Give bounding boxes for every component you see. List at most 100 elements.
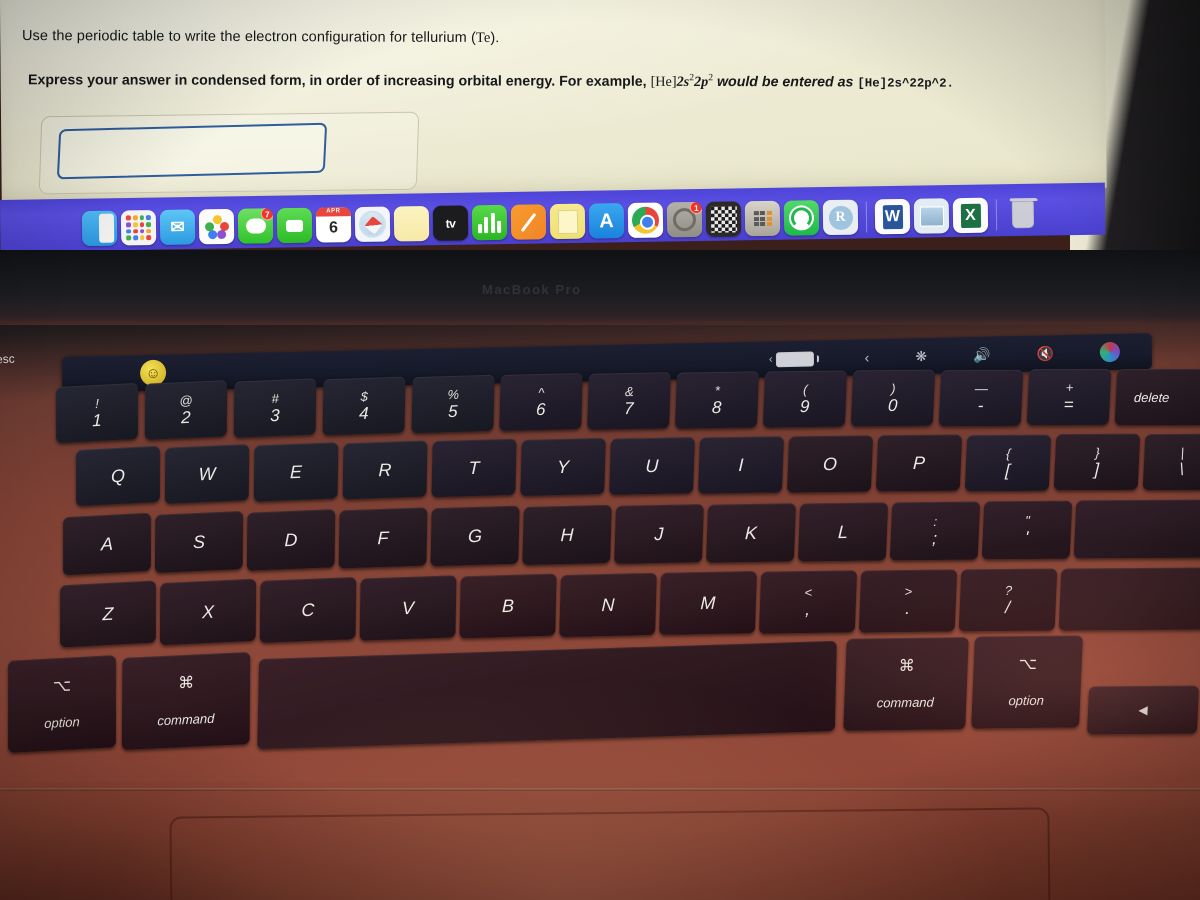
- pages-doc-icon: [557, 209, 578, 234]
- key-space[interactable]: [257, 640, 837, 750]
- key-w[interactable]: W: [164, 444, 250, 504]
- whatsapp-phone-icon: [788, 205, 815, 231]
- key-backslash[interactable]: | \: [1142, 433, 1200, 491]
- key-1[interactable]: ! 1: [56, 382, 138, 444]
- key-f[interactable]: F: [338, 507, 428, 569]
- key-n[interactable]: N: [559, 572, 657, 638]
- key-quote[interactable]: " ': [981, 500, 1073, 560]
- key-return[interactable]: [1073, 499, 1200, 559]
- command-glyph: ⌘: [178, 674, 195, 693]
- key-bracket-left[interactable]: {[: [964, 434, 1052, 492]
- key-j[interactable]: J: [614, 504, 704, 564]
- trackpad[interactable]: [169, 807, 1051, 900]
- key-comma[interactable]: <,: [758, 570, 858, 634]
- dock-icon-calendar[interactable]: APR 6: [315, 207, 352, 243]
- word-glyph: W: [882, 204, 903, 229]
- key-c[interactable]: C: [259, 577, 357, 643]
- command-label: command: [876, 694, 935, 711]
- key-u[interactable]: U: [609, 437, 695, 495]
- dock-icon-apple-tv[interactable]: tv: [432, 205, 469, 241]
- dock-icon-app-store[interactable]: A: [588, 203, 625, 239]
- key-b[interactable]: B: [459, 573, 557, 639]
- question-line-2: Express your answer in condensed form, i…: [28, 70, 1178, 92]
- calculator-keys-icon: [753, 210, 772, 227]
- key-2[interactable]: @2: [144, 380, 228, 440]
- key-q[interactable]: Q: [76, 445, 160, 507]
- key-r[interactable]: R: [342, 440, 428, 500]
- key-d[interactable]: D: [246, 509, 336, 571]
- key-s[interactable]: S: [154, 510, 244, 574]
- key-g[interactable]: G: [430, 505, 520, 567]
- instruction-text: Express your answer in condensed form, i…: [27, 72, 651, 90]
- option-label: option: [1008, 692, 1045, 709]
- key-minus[interactable]: — -: [938, 369, 1024, 427]
- dock-icon-system-preferences[interactable]: 1: [666, 201, 703, 238]
- key-6[interactable]: ^ 6: [499, 372, 583, 432]
- key-4[interactable]: $4: [322, 376, 406, 436]
- key-h[interactable]: H: [522, 504, 612, 566]
- safari-compass-icon: [358, 210, 387, 238]
- key-9[interactable]: (9: [762, 370, 848, 428]
- option-glyph: ⌥: [1018, 655, 1038, 674]
- dock-icon-messages[interactable]: 7: [237, 208, 274, 244]
- key-command-right[interactable]: ⌘ command: [843, 637, 969, 731]
- key-option-right[interactable]: ⌥ option: [971, 635, 1083, 729]
- dock-icon-podcasts[interactable]: [471, 204, 508, 241]
- key-8[interactable]: * 8: [674, 371, 760, 429]
- key-o[interactable]: O: [786, 435, 874, 493]
- dock-icon-keynote[interactable]: [510, 204, 547, 240]
- key-3[interactable]: #3: [233, 378, 317, 438]
- key-7[interactable]: & 7: [587, 372, 671, 430]
- dock-icon-microsoft-excel[interactable]: X: [952, 197, 989, 234]
- key-z[interactable]: Z: [60, 580, 156, 648]
- dock-icon-facetime[interactable]: [276, 207, 313, 244]
- key-k[interactable]: K: [705, 503, 797, 563]
- key-t[interactable]: T: [431, 438, 517, 498]
- key-slash[interactable]: ? /: [958, 568, 1058, 632]
- dock-icon-safari[interactable]: [354, 206, 391, 243]
- dock-icon-photos[interactable]: [198, 208, 235, 245]
- key-v[interactable]: V: [359, 575, 457, 641]
- dock-icon-rstudio[interactable]: R: [822, 199, 859, 236]
- answer-input[interactable]: [56, 122, 328, 180]
- dock-icon-trash[interactable]: [1005, 197, 1041, 233]
- key-e[interactable]: E: [253, 442, 339, 502]
- key-a[interactable]: A: [63, 512, 151, 576]
- key-period[interactable]: >.: [858, 569, 958, 633]
- key-command-left[interactable]: ⌘ command: [121, 652, 251, 750]
- key-delete[interactable]: delete: [1114, 368, 1200, 426]
- key-m[interactable]: M: [658, 571, 758, 635]
- key-i[interactable]: I: [697, 436, 785, 494]
- dock-separator: [862, 199, 872, 234]
- dock-icon-pages[interactable]: [549, 203, 586, 240]
- preview-image-icon: [919, 205, 944, 227]
- dock-icon-chrome[interactable]: [627, 202, 664, 239]
- example-bracket-he: [He]: [650, 73, 677, 90]
- key-equals[interactable]: + =: [1026, 368, 1112, 426]
- key-p[interactable]: P: [875, 434, 963, 492]
- key-5[interactable]: % 5: [411, 374, 495, 434]
- key-l[interactable]: L: [797, 502, 889, 562]
- key-bracket-right[interactable]: }]: [1053, 433, 1141, 491]
- key-shift-right[interactable]: [1058, 567, 1200, 631]
- dock-icon-preview[interactable]: [913, 198, 950, 234]
- photos-flower-icon: [204, 214, 229, 239]
- key-0[interactable]: ) 0: [850, 369, 936, 427]
- key-arrow-left[interactable]: ◀: [1086, 685, 1200, 735]
- dock-icon-microsoft-word[interactable]: W: [874, 198, 911, 235]
- key-semicolon[interactable]: :;: [889, 501, 981, 561]
- excel-glyph: X: [960, 203, 981, 228]
- dock-icon-calculator[interactable]: [744, 200, 781, 237]
- option-glyph: ⌥: [52, 677, 72, 696]
- key-x[interactable]: X: [159, 578, 257, 646]
- dock-icon-notes[interactable]: [393, 205, 430, 242]
- key-y[interactable]: Y: [520, 437, 606, 497]
- dock-icon-finder[interactable]: [81, 210, 118, 247]
- dock-icon-dark-app[interactable]: [705, 201, 742, 237]
- dock-icon-launchpad[interactable]: [120, 210, 157, 246]
- dock-icon-whatsapp[interactable]: [783, 200, 820, 236]
- dock-separator: [992, 197, 1002, 232]
- dock-icon-mail[interactable]: [159, 209, 196, 245]
- key-option-left[interactable]: ⌥ option: [8, 655, 116, 753]
- example-2p: 2p: [694, 73, 709, 91]
